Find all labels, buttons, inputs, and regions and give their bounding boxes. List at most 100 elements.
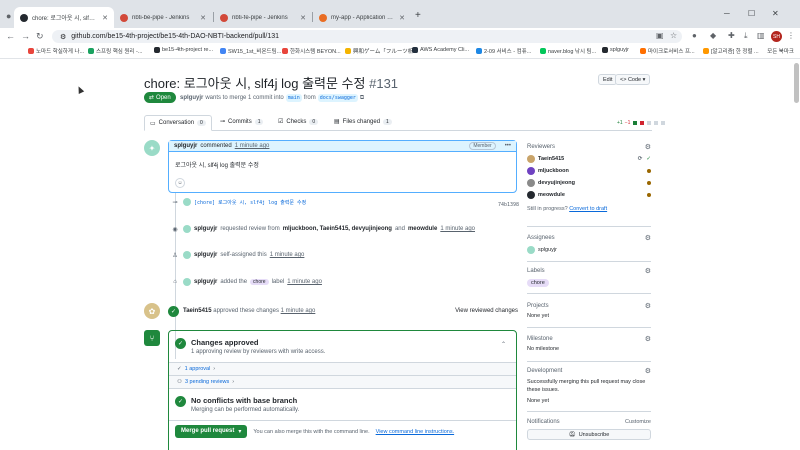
diffstat-neutral-block (647, 121, 652, 125)
minimize-icon[interactable]: ─ (724, 9, 730, 18)
bookmark-favicon-icon (540, 48, 546, 54)
reviewer-item[interactable]: mljuckboon (527, 167, 651, 175)
bookmark-item[interactable]: 한화시스템 BEYON... (282, 47, 341, 55)
close-icon[interactable]: ✕ (399, 14, 405, 22)
bookmark-item[interactable]: AWS Academy Cli... (412, 47, 469, 53)
bookmark-item[interactable]: 興和ゲーム「フルーツ析... (345, 47, 418, 55)
tab-commits[interactable]: ⊸ Commits 1 (220, 118, 264, 125)
tab-files-changed[interactable]: ▤ Files changed 1 (334, 118, 392, 125)
reviewer-item[interactable]: meowdule (527, 191, 651, 199)
bookmark-item[interactable]: 스프링 핵심 원리 -... (88, 47, 142, 55)
gear-icon[interactable]: ⚙ (645, 367, 651, 375)
close-icon[interactable]: ✕ (200, 14, 206, 22)
bookmark-favicon-icon (412, 47, 418, 53)
comment-icon: ▭ (150, 120, 156, 127)
commit-message[interactable]: [chore] 로그아웃 시, slf4j log 출력문 수정 (194, 199, 306, 206)
browser-tab-active[interactable]: chore: 로그아웃 시, slf4j lo ✕ (14, 7, 114, 28)
pending-dot-icon (647, 181, 651, 185)
profile-avatar[interactable]: SH (771, 31, 782, 42)
browser-tab-argocd[interactable]: my-app - Application Detail ✕ (313, 7, 411, 28)
back-icon[interactable]: ← (6, 31, 15, 41)
assignee-item[interactable]: splguyjr (527, 246, 651, 254)
convert-to-draft-link[interactable]: Convert to draft (569, 206, 607, 212)
bookmark-item[interactable]: naver.blog 낚시 팀... (540, 47, 596, 55)
tag-icon: ⌂ (173, 279, 177, 285)
check-icon: ✓ (175, 338, 186, 349)
forward-icon[interactable]: → (21, 31, 30, 41)
chevron-up-icon[interactable]: ⌃ (501, 341, 506, 348)
bookmark-item[interactable]: SW15_1st_비욘드팀... (220, 47, 281, 55)
add-reaction-icon[interactable]: ☺ (175, 178, 185, 188)
re-request-icon[interactable]: ⟳ (638, 156, 643, 162)
bookmark-item[interactable]: splguyjr (602, 47, 629, 53)
maximize-icon[interactable]: ☐ (748, 9, 755, 18)
menu-kebab-icon[interactable]: ⋮ (787, 31, 795, 40)
avatar[interactable]: ✿ (144, 303, 160, 319)
label-chip[interactable]: chore (527, 279, 549, 287)
new-tab-button[interactable]: + (415, 10, 421, 21)
commit-sha[interactable]: 74b1398 (498, 202, 519, 208)
merge-pull-request-button[interactable]: Merge pull request ▾ (175, 425, 248, 438)
bookmark-star-icon[interactable]: ☆ (670, 31, 677, 40)
tab-checks[interactable]: ☑ Checks 0 (278, 118, 319, 125)
gear-icon[interactable]: ⚙ (645, 143, 651, 151)
approval-count-row[interactable]: ✓ 1 approval › (169, 363, 516, 376)
copy-icon[interactable]: ⧉ (360, 95, 364, 102)
bookmark-item[interactable]: 노마드 학실하게 나... (28, 47, 84, 55)
avatar[interactable] (183, 198, 191, 206)
gear-icon[interactable]: ⚙ (645, 234, 651, 242)
pr-author[interactable]: splguyjr (180, 95, 203, 101)
bookmark-item[interactable]: be15-4th-project re... (154, 47, 213, 53)
avatar[interactable] (183, 278, 191, 286)
comment-time[interactable]: 1 minute ago (235, 143, 270, 149)
window-close-icon[interactable]: ✕ (772, 9, 779, 18)
avatar[interactable]: ✦ (144, 140, 160, 156)
merge-actions: Merge pull request ▾ You can also merge … (169, 421, 516, 442)
extensions-puzzle-icon[interactable]: ✚ (728, 31, 735, 40)
browser-tab-jenkins-fe[interactable]: nbti-fe-pipe - Jenkins ✕ (214, 7, 312, 28)
label-chip[interactable]: chore (250, 279, 269, 285)
bookmark-item[interactable]: 마이크로서비스 프... (640, 47, 695, 55)
install-icon[interactable]: ▣ (656, 31, 664, 40)
chevron-down-icon[interactable]: ▾ (238, 428, 241, 435)
check-icon: ✓ (175, 396, 186, 407)
reviewer-item[interactable]: Taein5415 ⟳ ✓ (527, 155, 651, 163)
avatar (527, 246, 535, 254)
projects-section: Projects ⚙ None yet (527, 302, 651, 319)
gear-icon[interactable]: ⚙ (645, 267, 651, 275)
commit-icon: ⊸ (172, 199, 178, 206)
comment-author[interactable]: splguyjr (174, 143, 197, 149)
pr-open-icon: ⇄ (149, 95, 155, 101)
tab-conversation[interactable]: ▭ Conversation 0 (144, 115, 212, 131)
site-info-icon[interactable]: ⚙ (60, 33, 66, 41)
extension-github-icon[interactable]: ● (692, 31, 697, 40)
address-bar[interactable]: ⚙ github.com/be15-4th-project/be15-4th-D… (52, 30, 682, 43)
avatar[interactable] (183, 251, 191, 259)
unsubscribe-button[interactable]: 🔕︎ Unsubscribe (527, 429, 651, 440)
code-button[interactable]: <> Code ▾ (615, 74, 651, 85)
customize-link[interactable]: Customize (625, 419, 651, 425)
all-bookmarks[interactable]: 모든 북마크 (767, 47, 794, 55)
head-branch[interactable]: docs/swagger (317, 94, 358, 102)
download-icon[interactable]: ⤓ (744, 31, 748, 41)
browser-tab-jenkins-be[interactable]: nbti-be-pipe - Jenkins ✕ (114, 7, 212, 28)
divider (527, 361, 651, 362)
reviewer-item[interactable]: devyujinjeong (527, 179, 651, 187)
bookmarks-bar: 노마드 학실하게 나... 스프링 핵심 원리 -... be15-4th-pr… (0, 45, 800, 59)
close-icon[interactable]: ✕ (300, 14, 306, 22)
gear-icon[interactable]: ⚙ (645, 335, 651, 343)
view-reviewed-changes-button[interactable]: View reviewed changes (455, 308, 518, 314)
close-icon[interactable]: ✕ (102, 14, 108, 22)
scrollbar-thumb[interactable] (794, 63, 799, 103)
base-branch[interactable]: main (285, 94, 302, 102)
bookmark-item[interactable]: 2-09 서비스 - 컴퓨... (476, 47, 531, 55)
more-options-icon[interactable]: ••• (505, 143, 511, 149)
sidepanel-icon[interactable]: ▥ (757, 31, 765, 40)
avatar[interactable] (183, 225, 191, 233)
comment-body: 로그아웃 시, slf4j log 출력문 수정 (175, 163, 259, 169)
reload-icon[interactable]: ↻ (36, 31, 44, 41)
gear-icon[interactable]: ⚙ (645, 302, 651, 310)
extension-icon[interactable]: ◆ (710, 31, 716, 40)
pending-reviews-row[interactable]: ⚇ 3 pending reviews › (169, 376, 516, 389)
bookmark-item[interactable]: [알고리즘] 한 정렬 ... (703, 47, 759, 55)
